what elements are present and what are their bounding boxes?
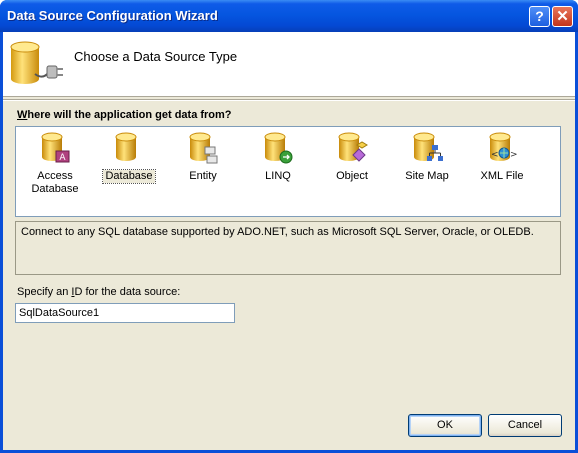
id-label-rest: D for the data source: (74, 286, 181, 298)
source-type-label: XML File (479, 170, 526, 183)
question-text: here will the application get data from? (27, 109, 232, 121)
access-database-icon: A (41, 132, 70, 163)
question-accelerator: W (17, 109, 28, 121)
svg-text:>: > (510, 150, 518, 160)
page-title: Choose a Data Source Type (74, 49, 238, 64)
source-type-label: Database (102, 169, 156, 184)
source-type-label-line1: Access (37, 170, 73, 182)
source-question-label: Where will the application get data from… (17, 109, 232, 121)
source-type-access-database[interactable]: A Access Database (20, 131, 90, 196)
wizard-header: Choose a Data Source Type (3, 32, 575, 97)
id-field-label: Specify an ID for the data source: (17, 286, 180, 298)
window-title: Data Source Configuration Wizard (7, 8, 218, 23)
entity-icon (189, 132, 218, 164)
source-type-entity[interactable]: Entity (168, 131, 238, 183)
source-type-object[interactable]: Object (317, 131, 387, 183)
database-plug-icon (10, 41, 63, 84)
ok-button[interactable]: OK (408, 414, 482, 437)
source-type-label: Entity (187, 170, 219, 183)
close-button[interactable]: ✕ (552, 6, 573, 27)
source-description: Connect to any SQL database supported by… (21, 226, 534, 238)
source-type-label-line2: Database (31, 183, 79, 195)
svg-text:<: < (491, 150, 499, 160)
source-type-label-line1: Database (105, 170, 153, 182)
source-type-label: Access Database (29, 170, 80, 196)
source-type-label: LINQ (263, 170, 293, 183)
database-icon (115, 132, 137, 161)
source-type-label-line1: Object (336, 170, 368, 182)
source-type-linq[interactable]: LINQ (243, 131, 313, 183)
source-type-label-line1: Site Map (405, 170, 449, 182)
data-source-type-list[interactable]: A Access Database Database Entity LINQ Object S… (15, 126, 561, 217)
cancel-button[interactable]: Cancel (488, 414, 562, 437)
title-bar[interactable]: Data Source Configuration Wizard ? ✕ (0, 0, 578, 32)
source-type-label-line1: XML File (480, 170, 524, 182)
source-type-label-line1: Entity (189, 170, 217, 182)
linq-icon (264, 132, 293, 164)
xml-file-icon: < > (489, 132, 518, 161)
source-type-label: Site Map (403, 170, 450, 183)
source-type-xml-file[interactable]: < > XML File (467, 131, 537, 183)
source-type-label: Object (334, 170, 370, 183)
source-type-database[interactable]: Database (94, 131, 164, 184)
svg-text:A: A (59, 153, 66, 163)
source-description-panel: Connect to any SQL database supported by… (15, 221, 561, 275)
dialog-body: Choose a Data Source Type Where will the… (3, 32, 575, 450)
source-type-label-line1: LINQ (265, 170, 291, 182)
source-type-site-map[interactable]: Site Map (392, 131, 462, 183)
help-button[interactable]: ? (529, 6, 550, 27)
data-source-id-input[interactable]: SqlDataSource1 (15, 303, 235, 323)
header-divider (3, 99, 575, 101)
wizard-window: Data Source Configuration Wizard ? ✕ Cho… (0, 0, 578, 453)
id-label-prefix: Specify an (17, 286, 72, 298)
object-icon (338, 132, 368, 162)
site-map-icon (413, 132, 443, 161)
